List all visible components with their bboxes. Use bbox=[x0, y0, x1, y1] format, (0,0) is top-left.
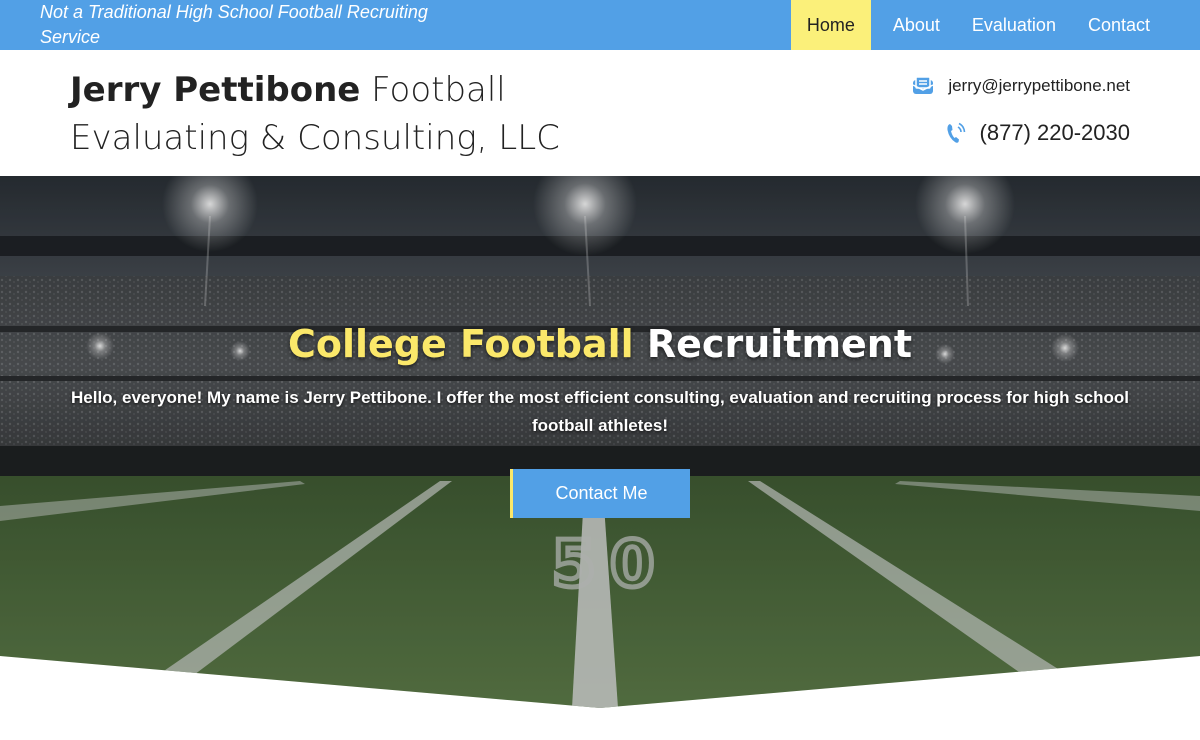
stadium-background: 50 bbox=[0, 176, 1200, 708]
brand-name: Jerry Pettibone bbox=[70, 70, 361, 110]
envelope-icon bbox=[912, 76, 934, 96]
phone-contact: (877) 220-2030 bbox=[946, 120, 1130, 146]
nav-about[interactable]: About bbox=[877, 0, 956, 50]
nav-evaluation[interactable]: Evaluation bbox=[956, 0, 1072, 50]
site-brand[interactable]: Jerry Pettibone Football Evaluating & Co… bbox=[70, 66, 670, 162]
hero-banner: 50 College Football Recruitment Hello, e… bbox=[0, 176, 1200, 708]
phone-link[interactable]: (877) 220-2030 bbox=[980, 120, 1130, 146]
hero-title: College Football Recruitment bbox=[0, 322, 1200, 366]
contact-me-button[interactable]: Contact Me bbox=[510, 469, 690, 518]
site-header: Jerry Pettibone Football Evaluating & Co… bbox=[0, 50, 1200, 176]
nav-home[interactable]: Home bbox=[790, 0, 871, 50]
hero-intro-text: Hello, everyone! My name is Jerry Pettib… bbox=[71, 388, 1129, 435]
hero-title-highlight: College Football bbox=[287, 322, 634, 366]
hero-title-rest: Recruitment bbox=[633, 322, 913, 366]
site-tagline: Not a Traditional High School Football R… bbox=[40, 2, 428, 47]
main-nav: Home About Evaluation Contact bbox=[790, 0, 1166, 50]
email-link[interactable]: jerry@jerrypettibone.net bbox=[948, 76, 1130, 96]
phone-icon bbox=[946, 121, 966, 145]
nav-contact[interactable]: Contact bbox=[1072, 0, 1166, 50]
top-bar: Not a Traditional High School Football R… bbox=[0, 0, 1200, 50]
email-contact: jerry@jerrypettibone.net bbox=[912, 76, 1130, 96]
